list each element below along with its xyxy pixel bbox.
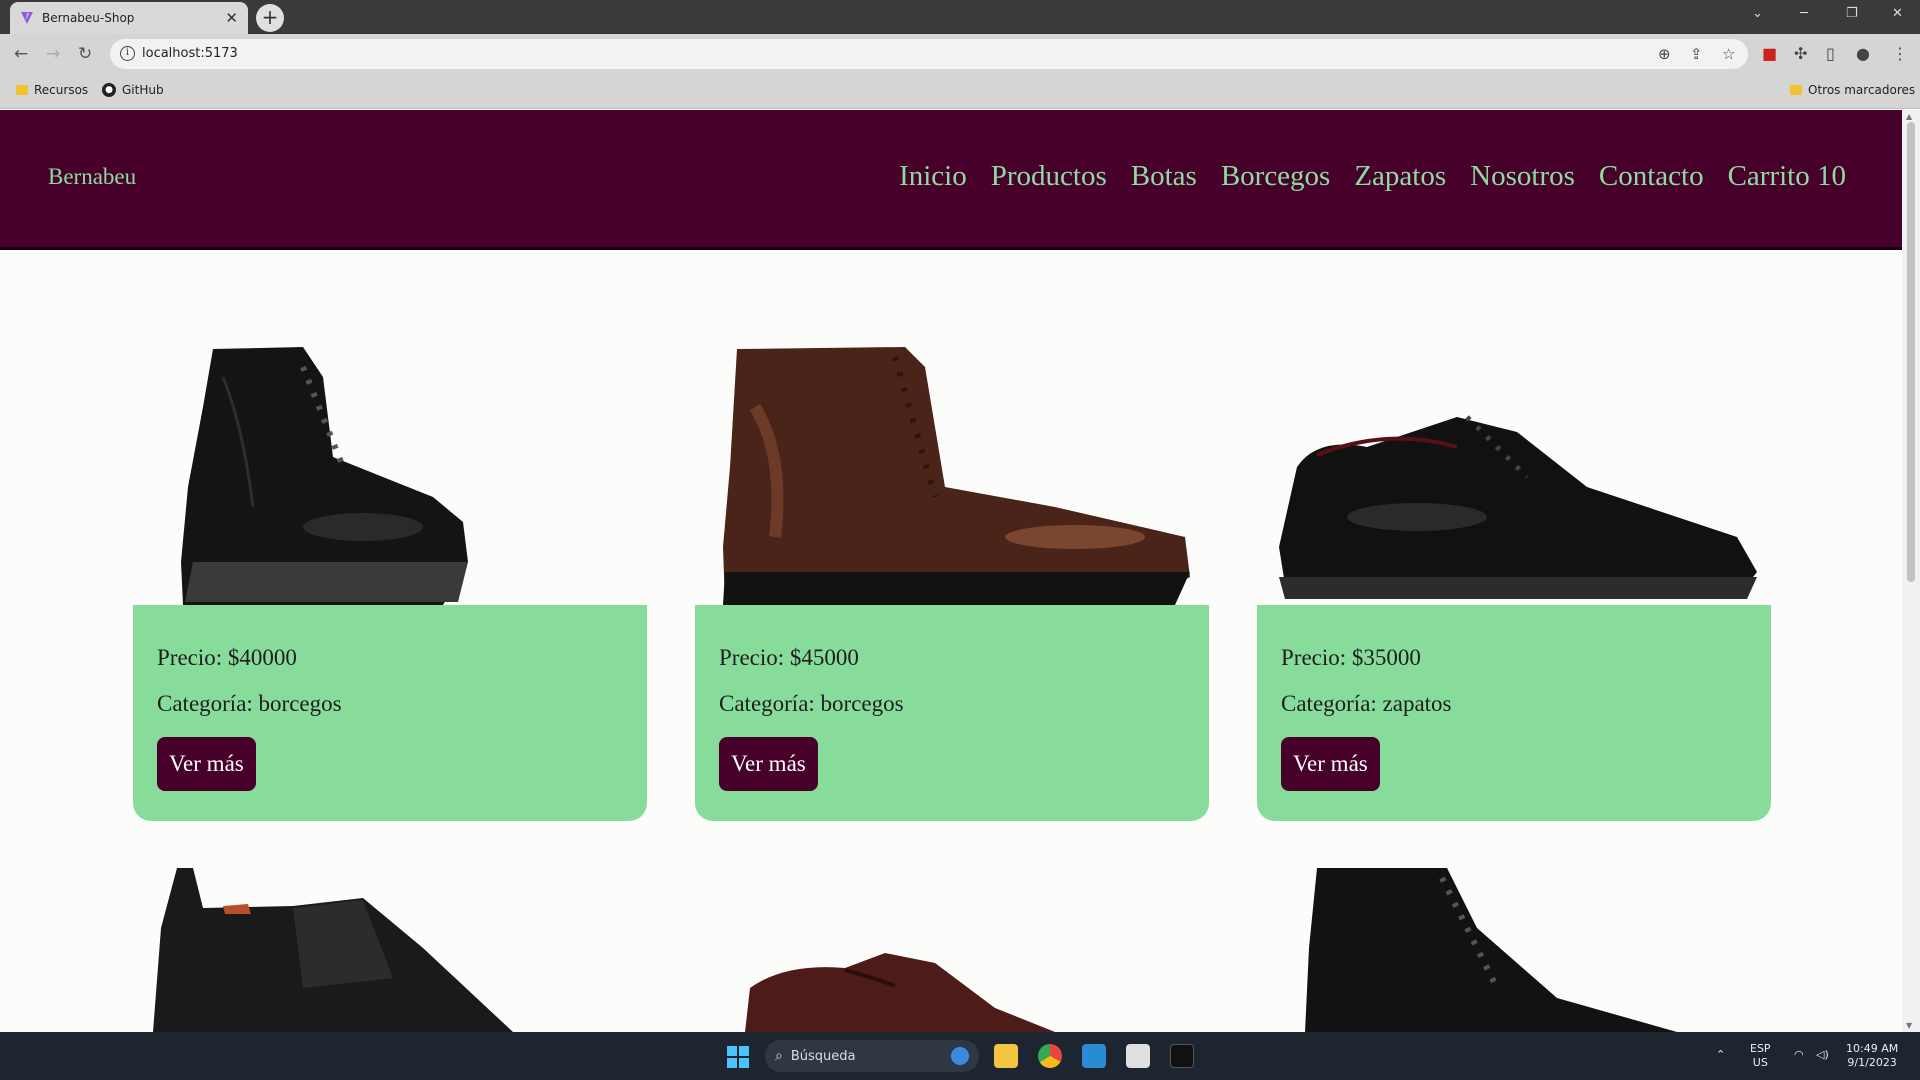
- chrome-icon[interactable]: [1038, 1044, 1062, 1068]
- extensions-puzzle-icon[interactable]: ✣: [1794, 44, 1807, 63]
- product-card: [1257, 868, 1771, 1032]
- product-price: Precio: $45000: [719, 645, 859, 670]
- windows-taskbar: ⌕ Búsqueda ⌃ ESP US ◠ ◁) 10:49 AM 9/1/20…: [0, 1032, 1920, 1080]
- minimize-icon[interactable]: ─: [1800, 6, 1808, 21]
- folder-icon: [1790, 85, 1802, 95]
- scrollbar-thumb[interactable]: [1907, 122, 1915, 582]
- browser-toolbar: ← → ↻ i localhost:5173 ⊕ ⇪ ☆ ■ ✣ ▯ ● ⋮: [0, 34, 1920, 74]
- product-category: Categoría: borcegos: [157, 691, 342, 716]
- nav-inicio[interactable]: Inicio: [899, 160, 967, 193]
- product-category: Categoría: borcegos: [719, 691, 904, 716]
- product-card: [695, 868, 1209, 1032]
- product-card-body: Precio: $35000 Categoría: zapatos Ver má…: [1257, 605, 1771, 821]
- nav-zapatos[interactable]: Zapatos: [1354, 160, 1446, 193]
- nav-carrito[interactable]: Carrito 10: [1728, 160, 1846, 193]
- clock-time: 10:49 AM: [1846, 1042, 1899, 1055]
- tab-close-icon[interactable]: ✕: [225, 9, 238, 27]
- restore-icon[interactable]: ❐: [1846, 6, 1858, 21]
- clock-date: 9/1/2023: [1847, 1056, 1897, 1069]
- profile-avatar-icon[interactable]: ●: [1856, 44, 1870, 63]
- side-panel-icon[interactable]: ▯: [1826, 44, 1835, 63]
- product-image-brown-boot: [695, 347, 1209, 605]
- share-icon[interactable]: ⇪: [1690, 45, 1703, 63]
- product-card: Precio: $40000 Categoría: borcegos Ver m…: [133, 347, 647, 821]
- address-bar[interactable]: i localhost:5173 ⊕ ⇪ ☆: [110, 39, 1748, 69]
- vite-favicon-icon: [21, 12, 33, 24]
- nav-contacto[interactable]: Contacto: [1599, 160, 1704, 193]
- browser-tab-strip: Bernabeu-Shop ✕ + ⌄ ─ ❐ ✕: [0, 0, 1920, 34]
- ver-mas-button[interactable]: Ver más: [1281, 737, 1380, 791]
- file-explorer-icon[interactable]: [994, 1044, 1018, 1068]
- product-card: Precio: $35000 Categoría: zapatos Ver má…: [1257, 347, 1771, 821]
- tab-search-icon[interactable]: ⌄: [1752, 6, 1763, 21]
- product-price: Precio: $35000: [1281, 645, 1421, 670]
- wifi-icon[interactable]: ◠: [1794, 1048, 1804, 1062]
- bookmark-star-icon[interactable]: ☆: [1722, 45, 1735, 63]
- ver-mas-button[interactable]: Ver más: [157, 737, 256, 791]
- black-boot-image: [181, 347, 468, 605]
- site-header: Bernabeu Inicio Productos Botas Borcegos…: [0, 110, 1902, 250]
- tall-black-boot-image: [1305, 868, 1677, 1032]
- other-bookmarks[interactable]: Otros marcadores: [1790, 83, 1915, 97]
- ver-mas-button[interactable]: Ver más: [719, 737, 818, 791]
- nav-botas[interactable]: Botas: [1131, 160, 1197, 193]
- forward-icon[interactable]: →: [46, 44, 60, 64]
- windows-start-icon[interactable]: [727, 1046, 749, 1068]
- new-tab-button[interactable]: +: [256, 4, 284, 32]
- nav-productos[interactable]: Productos: [991, 160, 1107, 193]
- back-icon[interactable]: ←: [14, 44, 28, 64]
- product-card-body: Precio: $45000 Categoría: borcegos Ver m…: [695, 605, 1209, 821]
- store-icon[interactable]: [1126, 1044, 1150, 1068]
- vscode-icon[interactable]: [1082, 1044, 1106, 1068]
- taskbar-search[interactable]: ⌕ Búsqueda: [765, 1040, 979, 1072]
- language-indicator[interactable]: ESP US: [1750, 1042, 1771, 1070]
- zoom-icon[interactable]: ⊕: [1658, 45, 1671, 63]
- bookmark-label: Recursos: [34, 83, 89, 97]
- product-price: Precio: $40000: [157, 645, 297, 670]
- bing-icon[interactable]: [951, 1047, 969, 1065]
- product-category: Categoría: zapatos: [1281, 691, 1452, 716]
- tray-overflow-icon[interactable]: ⌃: [1716, 1048, 1725, 1062]
- tab-title: Bernabeu-Shop: [42, 11, 135, 25]
- scroll-up-icon[interactable]: ▲: [1906, 112, 1912, 121]
- brand-logo-link[interactable]: Bernabeu: [48, 164, 136, 190]
- nav-borcegos[interactable]: Borcegos: [1221, 160, 1331, 193]
- product-image-black-shoe: [1257, 347, 1771, 605]
- folder-icon: [16, 85, 28, 95]
- site-info-icon[interactable]: i: [120, 46, 135, 61]
- chelsea-boot-image: [153, 868, 513, 1032]
- brown-boot-image: [723, 347, 1190, 605]
- bookmark-recursos[interactable]: Recursos: [16, 83, 88, 97]
- other-bookmarks-label: Otros marcadores: [1808, 83, 1916, 97]
- taskbar-search-text: Búsqueda: [790, 1048, 856, 1064]
- reload-icon[interactable]: ↻: [78, 44, 92, 64]
- brown-shoe-image: [745, 953, 1055, 1032]
- product-card: Precio: $45000 Categoría: borcegos Ver m…: [695, 347, 1209, 821]
- clock[interactable]: 10:49 AM 9/1/2023: [1846, 1042, 1898, 1070]
- search-icon: ⌕: [775, 1048, 783, 1064]
- scroll-down-icon[interactable]: ▼: [1906, 1021, 1912, 1030]
- black-shoe-image: [1279, 415, 1757, 599]
- bookmark-github[interactable]: ● GitHub: [102, 83, 164, 97]
- bookmark-label: GitHub: [122, 83, 164, 97]
- main-nav: Inicio Productos Botas Borcegos Zapatos …: [899, 160, 1846, 193]
- lang-bottom: US: [1752, 1056, 1768, 1069]
- close-window-icon[interactable]: ✕: [1892, 6, 1903, 21]
- bookmarks-bar: Recursos ● GitHub Otros marcadores: [0, 74, 1920, 109]
- product-card: [133, 868, 647, 1032]
- browser-tab[interactable]: Bernabeu-Shop ✕: [10, 2, 248, 34]
- menu-kebab-icon[interactable]: ⋮: [1892, 44, 1908, 63]
- url-text[interactable]: localhost:5173: [142, 46, 238, 61]
- product-image-black-boot: [133, 347, 647, 605]
- extension-icon[interactable]: ■: [1762, 44, 1777, 63]
- lang-top: ESP: [1750, 1042, 1771, 1055]
- terminal-icon[interactable]: [1170, 1044, 1194, 1068]
- nav-nosotros[interactable]: Nosotros: [1470, 160, 1575, 193]
- product-card-body: Precio: $40000 Categoría: borcegos Ver m…: [133, 605, 647, 821]
- page-scrollbar[interactable]: ▲ ▼: [1902, 110, 1920, 1032]
- volume-icon[interactable]: ◁): [1816, 1048, 1829, 1062]
- github-icon: ●: [102, 83, 116, 97]
